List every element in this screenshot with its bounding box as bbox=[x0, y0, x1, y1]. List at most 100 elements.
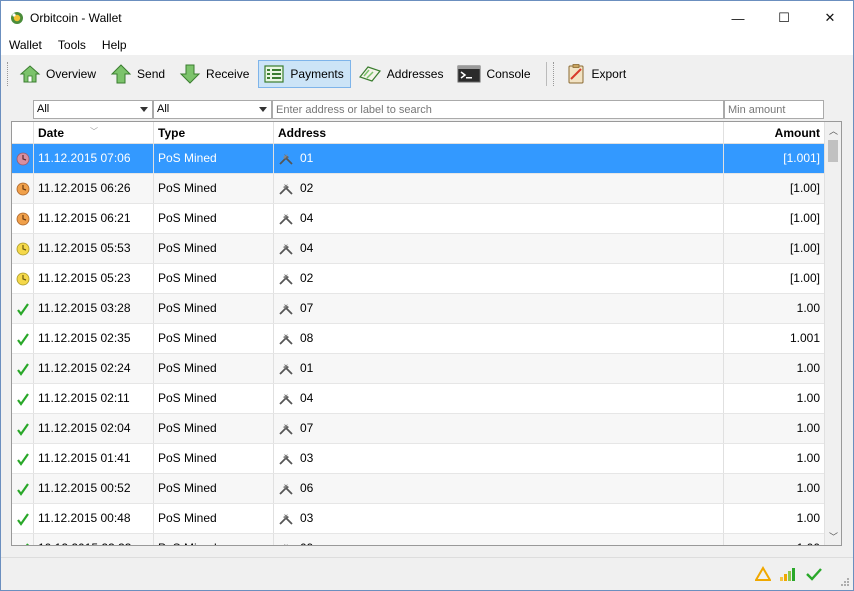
type-cell: PoS Mined bbox=[154, 234, 274, 263]
min-amount-input[interactable] bbox=[724, 100, 824, 119]
amount-cell: 1.00 bbox=[796, 511, 820, 525]
clock-icon bbox=[16, 242, 30, 256]
address-cell: 07 bbox=[274, 414, 724, 443]
checkmark-icon bbox=[16, 362, 30, 376]
address-cell: 04 bbox=[274, 204, 724, 233]
minimize-button[interactable]: — bbox=[715, 1, 761, 35]
maximize-button[interactable]: ☐ bbox=[761, 1, 807, 35]
scroll-down-icon[interactable]: ﹀ bbox=[825, 528, 841, 545]
mining-hammer-icon bbox=[279, 333, 293, 345]
scroll-up-icon[interactable]: ︿ bbox=[825, 122, 841, 139]
table-row[interactable]: 11.12.2015 02:11 PoS Mined 04 1.00 bbox=[12, 384, 824, 414]
address-search-input[interactable] bbox=[272, 100, 724, 119]
menu-wallet[interactable]: Wallet bbox=[1, 38, 50, 52]
table-row[interactable]: 11.12.2015 03:28 PoS Mined 07 1.00 bbox=[12, 294, 824, 324]
type-cell: PoS Mined bbox=[154, 294, 274, 323]
receive-button[interactable]: Receive bbox=[174, 60, 256, 88]
close-button[interactable]: ✕ bbox=[807, 1, 853, 35]
status-cell bbox=[12, 474, 34, 503]
scroll-thumb[interactable] bbox=[828, 140, 838, 162]
overview-button[interactable]: Overview bbox=[14, 60, 103, 88]
table-row[interactable]: 11.12.2015 02:35 PoS Mined 08 1.001 bbox=[12, 324, 824, 354]
header-type[interactable]: Type bbox=[154, 122, 274, 144]
status-cell bbox=[12, 174, 34, 203]
menu-tools[interactable]: Tools bbox=[50, 38, 94, 52]
mining-hammer-icon bbox=[279, 183, 293, 195]
amount-cell: 1.00 bbox=[796, 421, 820, 435]
type-filter-select[interactable]: All bbox=[153, 100, 272, 119]
status-cell bbox=[12, 354, 34, 383]
address-cell: 07 bbox=[274, 294, 724, 323]
vertical-scrollbar[interactable]: ︿ ﹀ bbox=[824, 122, 841, 545]
payments-button[interactable]: Payments bbox=[258, 60, 351, 88]
clock-icon bbox=[16, 182, 30, 196]
date-cell: 11.12.2015 07:06 bbox=[34, 144, 154, 173]
send-button[interactable]: Send bbox=[105, 60, 172, 88]
table-row[interactable]: 11.12.2015 00:52 PoS Mined 06 1.00 bbox=[12, 474, 824, 504]
table-row[interactable]: 11.12.2015 01:41 PoS Mined 03 1.00 bbox=[12, 444, 824, 474]
table-row[interactable]: 11.12.2015 05:53 PoS Mined 04 [1.00] bbox=[12, 234, 824, 264]
amount-cell: [1.00] bbox=[789, 211, 820, 225]
date-cell: 11.12.2015 02:04 bbox=[34, 414, 154, 443]
date-cell: 11.12.2015 05:23 bbox=[34, 264, 154, 293]
payments-label: Payments bbox=[290, 67, 344, 81]
status-cell bbox=[12, 144, 34, 173]
table-row[interactable]: 11.12.2015 02:24 PoS Mined 01 1.00 bbox=[12, 354, 824, 384]
type-cell: PoS Mined bbox=[154, 204, 274, 233]
resize-grip-icon[interactable] bbox=[840, 577, 850, 587]
console-label: Console bbox=[486, 67, 531, 81]
mining-hammer-icon bbox=[279, 303, 293, 315]
addresses-button[interactable]: Addresses bbox=[353, 60, 451, 88]
terminal-icon bbox=[457, 65, 481, 83]
export-button[interactable]: Export bbox=[560, 60, 634, 88]
clock-icon bbox=[16, 212, 30, 226]
checkmark-icon bbox=[16, 482, 30, 496]
type-cell: PoS Mined bbox=[154, 144, 274, 173]
table-row[interactable]: 11.12.2015 05:23 PoS Mined 02 [1.00] bbox=[12, 264, 824, 294]
address-label: 03 bbox=[300, 511, 314, 525]
address-cell: 01 bbox=[274, 144, 724, 173]
mining-hammer-icon bbox=[279, 213, 293, 225]
table-row[interactable]: 11.12.2015 02:04 PoS Mined 07 1.00 bbox=[12, 414, 824, 444]
address-label: 03 bbox=[300, 451, 314, 465]
mining-hammer-icon bbox=[279, 153, 293, 165]
warning-icon[interactable] bbox=[755, 566, 771, 582]
signal-bars-icon[interactable] bbox=[779, 566, 797, 582]
table-row[interactable]: 10.12.2015 23:33PoS Mined 09 1.00 bbox=[12, 534, 824, 545]
mining-hammer-icon bbox=[279, 363, 293, 375]
clipboard-icon bbox=[568, 64, 583, 84]
address-cell: 02 bbox=[274, 174, 724, 203]
date-cell: 11.12.2015 02:24 bbox=[34, 354, 154, 383]
addresses-label: Addresses bbox=[386, 67, 444, 81]
window-controls: — ☐ ✕ bbox=[715, 1, 853, 35]
menu-help[interactable]: Help bbox=[94, 38, 135, 52]
toolbar-grip[interactable] bbox=[7, 62, 10, 86]
toolbar-grip-2[interactable] bbox=[552, 62, 556, 86]
address-label: 01 bbox=[300, 151, 314, 165]
address-cell: 08 bbox=[274, 324, 724, 353]
amount-cell: 1.00 bbox=[796, 481, 820, 495]
home-icon bbox=[19, 65, 41, 83]
clock-icon bbox=[16, 152, 30, 166]
header-date[interactable]: Date ﹀ bbox=[34, 122, 154, 144]
type-cell: PoS Mined bbox=[154, 384, 274, 413]
header-amount[interactable]: Amount bbox=[724, 122, 824, 144]
table-row[interactable]: 11.12.2015 06:21 PoS Mined 04 [1.00] bbox=[12, 204, 824, 234]
table-row[interactable]: 11.12.2015 06:26 PoS Mined 02 [1.00] bbox=[12, 174, 824, 204]
status-cell bbox=[12, 264, 34, 293]
date-filter-select[interactable]: All bbox=[33, 100, 153, 119]
table-row[interactable]: 11.12.2015 00:48 PoS Mined 03 1.00 bbox=[12, 504, 824, 534]
table-row[interactable]: 11.12.2015 07:06 PoS Mined 01 [1.001] bbox=[12, 144, 824, 174]
console-button[interactable]: Console bbox=[452, 60, 537, 88]
synced-check-icon[interactable] bbox=[805, 566, 823, 582]
address-book-icon bbox=[358, 66, 381, 82]
amount-cell: 1.00 bbox=[796, 391, 820, 405]
mining-hammer-icon bbox=[279, 483, 293, 495]
list-icon bbox=[264, 65, 285, 83]
clock-icon bbox=[16, 272, 30, 286]
title-bar: Orbitcoin - Wallet — ☐ ✕ bbox=[1, 1, 853, 35]
status-cell bbox=[12, 234, 34, 263]
header-status[interactable] bbox=[12, 122, 34, 144]
checkmark-icon bbox=[16, 332, 30, 346]
header-address[interactable]: Address bbox=[274, 122, 724, 144]
